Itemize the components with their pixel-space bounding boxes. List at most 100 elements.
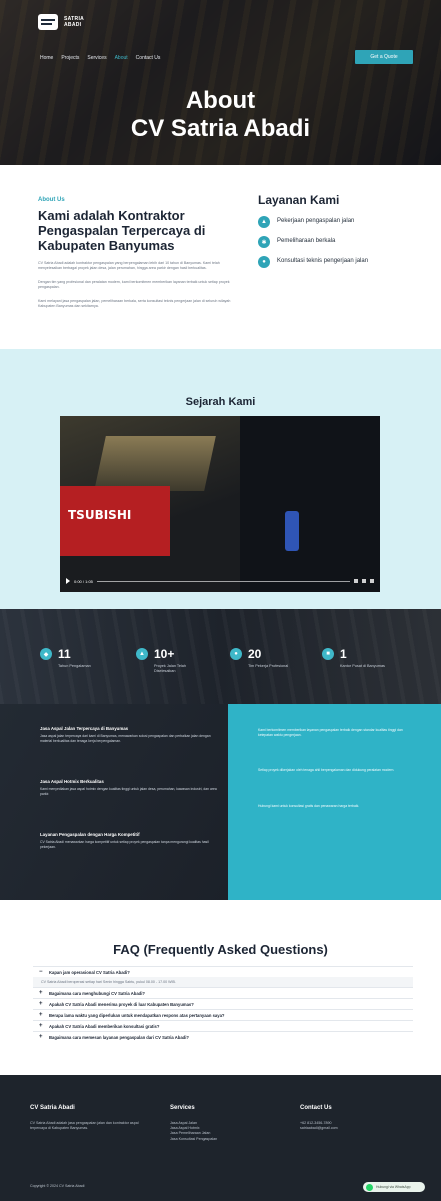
sejarah-title: Sejarah Kami xyxy=(185,396,256,408)
whatsapp-button[interactable]: Hubungi via WhatsApp xyxy=(363,1182,425,1192)
hero-title-line2: CV Satria Abadi xyxy=(130,115,311,142)
stat-number: 20 xyxy=(248,647,262,661)
layanan-item: ● Konsultasi teknis pengerjaan jalan xyxy=(258,256,408,268)
main-nav: Home Projects Services About Contact Us xyxy=(40,55,160,61)
footer-link[interactable]: Jasa Konsultasi Pengaspalan xyxy=(170,1137,280,1142)
info-heading: Layanan Pengaspalan dengan Harga Kompeti… xyxy=(40,832,140,837)
stat-label: Tahun Pengalaman xyxy=(58,664,91,668)
info-heading: Jasa Aspal Hotmix Berkualitas xyxy=(40,779,104,784)
hero-title-line1: About xyxy=(185,87,256,114)
road-icon: ▲ xyxy=(136,648,148,660)
truck-brand-text: TSUBISHI xyxy=(68,508,132,522)
whatsapp-icon xyxy=(366,1183,373,1191)
plus-icon: + xyxy=(39,990,43,996)
layanan-label: Pemeliharaan berkala xyxy=(277,238,336,244)
info-body: CV Satria Abadi menawarkan harga kompeti… xyxy=(40,840,209,849)
info-block: Layanan Pengaspalan dengan Harga Kompeti… xyxy=(40,832,220,850)
info-heading: Jasa Aspal Jalan Terpercaya di Banyumas xyxy=(40,726,129,731)
footer-contact-title: Contact Us xyxy=(300,1105,332,1111)
more-options-icon[interactable] xyxy=(370,579,374,583)
info-right-paragraph: Hubungi kami untuk konsultasi gratis dan… xyxy=(258,804,360,808)
hero-section: SATRIA ABADI Home Projects Services Abou… xyxy=(0,0,441,165)
stat-item: ■ 1 Kantor Pusat di Banyumas xyxy=(322,648,394,669)
faq-item[interactable]: + Apakah CV Satria Abadi memberikan kons… xyxy=(33,1020,413,1031)
info-block: Jasa Aspal Jalan Terpercaya di Banyumas … xyxy=(40,726,220,744)
about-paragraph-3: Kami melayani jasa pengaspalan jalan, pe… xyxy=(38,298,231,309)
worker-shape xyxy=(285,511,299,551)
nav-services[interactable]: Services xyxy=(87,55,106,61)
layanan-list: Layanan Kami ▲ Pekerjaan pengaspalan jal… xyxy=(258,193,408,276)
nav-contact[interactable]: Contact Us xyxy=(136,55,161,61)
layanan-label: Pekerjaan pengaspalan jalan xyxy=(277,218,355,224)
machine-shape xyxy=(94,436,216,491)
faq-item[interactable]: + Apakah CV Satria Abadi menerima proyek… xyxy=(33,998,413,1009)
faq-question: Apakah CV Satria Abadi memberikan konsul… xyxy=(49,1023,160,1029)
plus-icon: + xyxy=(39,1023,43,1029)
copyright: Copyright © 2024 CV Satria Abadi xyxy=(30,1184,85,1188)
faq-section: FAQ (Frequently Asked Questions) − Kapan… xyxy=(0,900,441,1075)
office-icon: ■ xyxy=(322,648,334,660)
faq-answer: CV Satria Abadi beroperasi setiap hari S… xyxy=(33,977,413,987)
footer-services-title: Services xyxy=(170,1105,195,1111)
stat-number: 11 xyxy=(58,647,71,661)
layanan-item: ✱ Pemeliharaan berkala xyxy=(258,236,408,248)
volume-icon[interactable] xyxy=(354,579,358,583)
stat-label: Kantor Pusat di Banyumas xyxy=(340,664,385,668)
video-time: 0:00 / 1:05 xyxy=(74,578,93,584)
faq-item[interactable]: + Berapa lama waktu yang diperlukan untu… xyxy=(33,1009,413,1020)
nav-projects[interactable]: Projects xyxy=(61,55,79,61)
info-body: Jasa aspal jalan terpercaya dari kami di… xyxy=(40,734,211,743)
plus-icon: + xyxy=(39,1012,43,1018)
stat-number: 10+ xyxy=(154,647,175,661)
footer-title: CV Satria Abadi xyxy=(30,1105,75,1111)
history-video[interactable]: TSUBISHI 0:00 / 1:05 xyxy=(60,416,380,592)
about-kicker: About Us xyxy=(38,197,65,203)
faq-question: Bagaimana cara memesan layanan pengaspal… xyxy=(49,1034,189,1040)
info-right-paragraph: Setiap proyek dikerjakan oleh tenaga ahl… xyxy=(258,768,395,772)
faq-item[interactable]: − Kapan jam operasional CV Satria Abadi? xyxy=(33,966,413,977)
nav-home[interactable]: Home xyxy=(40,55,53,61)
tools-icon: ✱ xyxy=(258,236,270,248)
faq-question: Bagaimana cara menghubungi CV Satria Aba… xyxy=(49,990,145,996)
play-icon[interactable] xyxy=(66,578,70,584)
plus-icon: + xyxy=(39,1001,43,1007)
nav-about[interactable]: About xyxy=(115,55,128,61)
faq-list: − Kapan jam operasional CV Satria Abadi?… xyxy=(33,966,413,1042)
stat-item: ▲ 10+ Proyek Jalan Telah Diselesaikan xyxy=(136,648,208,674)
stat-item: ◆ 11 Tahun Pengalaman xyxy=(40,648,112,669)
info-block: Jasa Aspal Hotmix Berkualitas Kami menye… xyxy=(40,779,220,797)
footer: CV Satria Abadi CV Satria Abadi adalah j… xyxy=(0,1075,441,1201)
footer-services: Services Jasa Aspal Jalan Jasa Aspal Hot… xyxy=(170,1105,280,1142)
faq-question: Berapa lama waktu yang diperlukan untuk … xyxy=(49,1012,225,1018)
info-body: Kami menyediakan jasa aspal hotmix denga… xyxy=(40,787,217,796)
stat-label: Tim Pekerja Profesional xyxy=(248,664,289,668)
about-heading: Kami adalah Kontraktor Pengaspalan Terpe… xyxy=(38,208,206,253)
logo-icon xyxy=(38,14,58,30)
video-progress-bar[interactable] xyxy=(96,580,350,582)
about-section: About Us Kami adalah Kontraktor Pengaspa… xyxy=(0,165,441,349)
footer-email[interactable]: satriaabadi@gmail.com xyxy=(300,1126,410,1131)
sejarah-section: Sejarah Kami TSUBISHI 0:00 / 1:05 xyxy=(0,349,441,609)
about-paragraph-1: CV Satria Abadi adalah kontraktor pengas… xyxy=(38,261,220,271)
get-quote-button[interactable]: Get a Quote xyxy=(355,50,413,64)
stat-label: Proyek Jalan Telah Diselesaikan xyxy=(154,664,187,673)
calendar-icon: ◆ xyxy=(40,648,52,660)
faq-question: Kapan jam operasional CV Satria Abadi? xyxy=(49,969,130,975)
brand-line2: ABADI xyxy=(64,22,82,28)
layanan-item: ▲ Pekerjaan pengaspalan jalan xyxy=(258,216,408,228)
layanan-label: Konsultasi teknis pengerjaan jalan xyxy=(277,258,369,264)
road-icon: ▲ xyxy=(258,216,270,228)
stat-item: ● 20 Tim Pekerja Profesional xyxy=(230,648,302,669)
brand-logo[interactable]: SATRIA ABADI xyxy=(38,14,92,30)
layanan-title: Layanan Kami xyxy=(258,193,340,207)
footer-about-text: CV Satria Abadi adalah jasa pengaspalan … xyxy=(30,1121,139,1131)
footer-contact: Contact Us +62 812-3456-7890 satriaabadi… xyxy=(300,1105,410,1131)
whatsapp-label: Hubungi via WhatsApp xyxy=(376,1185,411,1189)
faq-item[interactable]: + Bagaimana cara memesan layanan pengasp… xyxy=(33,1031,413,1042)
info-right-paragraph: Kami berkomitmen memberikan layanan peng… xyxy=(258,728,403,737)
faq-item[interactable]: + Bagaimana cara menghubungi CV Satria A… xyxy=(33,987,413,998)
video-controls: 0:00 / 1:05 xyxy=(66,576,374,586)
faq-title: FAQ (Frequently Asked Questions) xyxy=(113,942,328,957)
fullscreen-icon[interactable] xyxy=(362,579,366,583)
info-section: Jasa Aspal Jalan Terpercaya di Banyumas … xyxy=(0,704,441,900)
